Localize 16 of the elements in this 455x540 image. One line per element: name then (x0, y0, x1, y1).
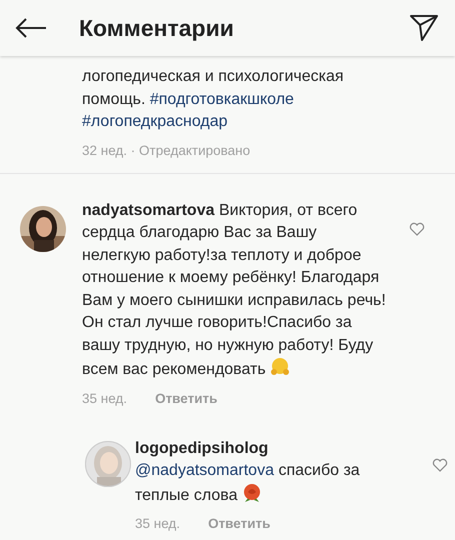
rose-icon (242, 482, 262, 502)
hashtag-link[interactable]: #логопедкраснодар (82, 113, 228, 130)
timestamp: 32 нед. · Отредактировано (82, 142, 250, 158)
screen-title: Комментарии (79, 14, 235, 42)
hashtag-link[interactable]: #подготовкакшколе (150, 90, 294, 108)
heart-icon[interactable] (432, 458, 448, 472)
timestamp: 35 нед. (135, 516, 180, 531)
comment-text: nadyatsomartova Виктория, от всего сердца благодарю Вас за Вашу нелегкую работу!за теплоту и доброе отношение к моему ребёнку! Благодаря Вам у моего сынишки исправилась речь! Он стал лучше говорить!Спасибо за вашу трудную, но нужную работу! Буду всем вас рекомендовать (82, 200, 387, 380)
send-icon[interactable] (409, 14, 439, 42)
emoji-icon (270, 357, 290, 377)
heart-icon[interactable] (409, 222, 425, 236)
reply-text: logopedipsiholog @nadyatsomartova спасибо за теплые слова (135, 438, 361, 506)
mention-link[interactable]: @nadyatsomartova (135, 462, 274, 479)
timestamp: 35 нед. (82, 390, 128, 406)
caption-text: логопедическая и психологическая помощь. #подготовкакшколе #логопедкраснодар (82, 67, 345, 132)
back-arrow-icon[interactable] (15, 18, 47, 38)
